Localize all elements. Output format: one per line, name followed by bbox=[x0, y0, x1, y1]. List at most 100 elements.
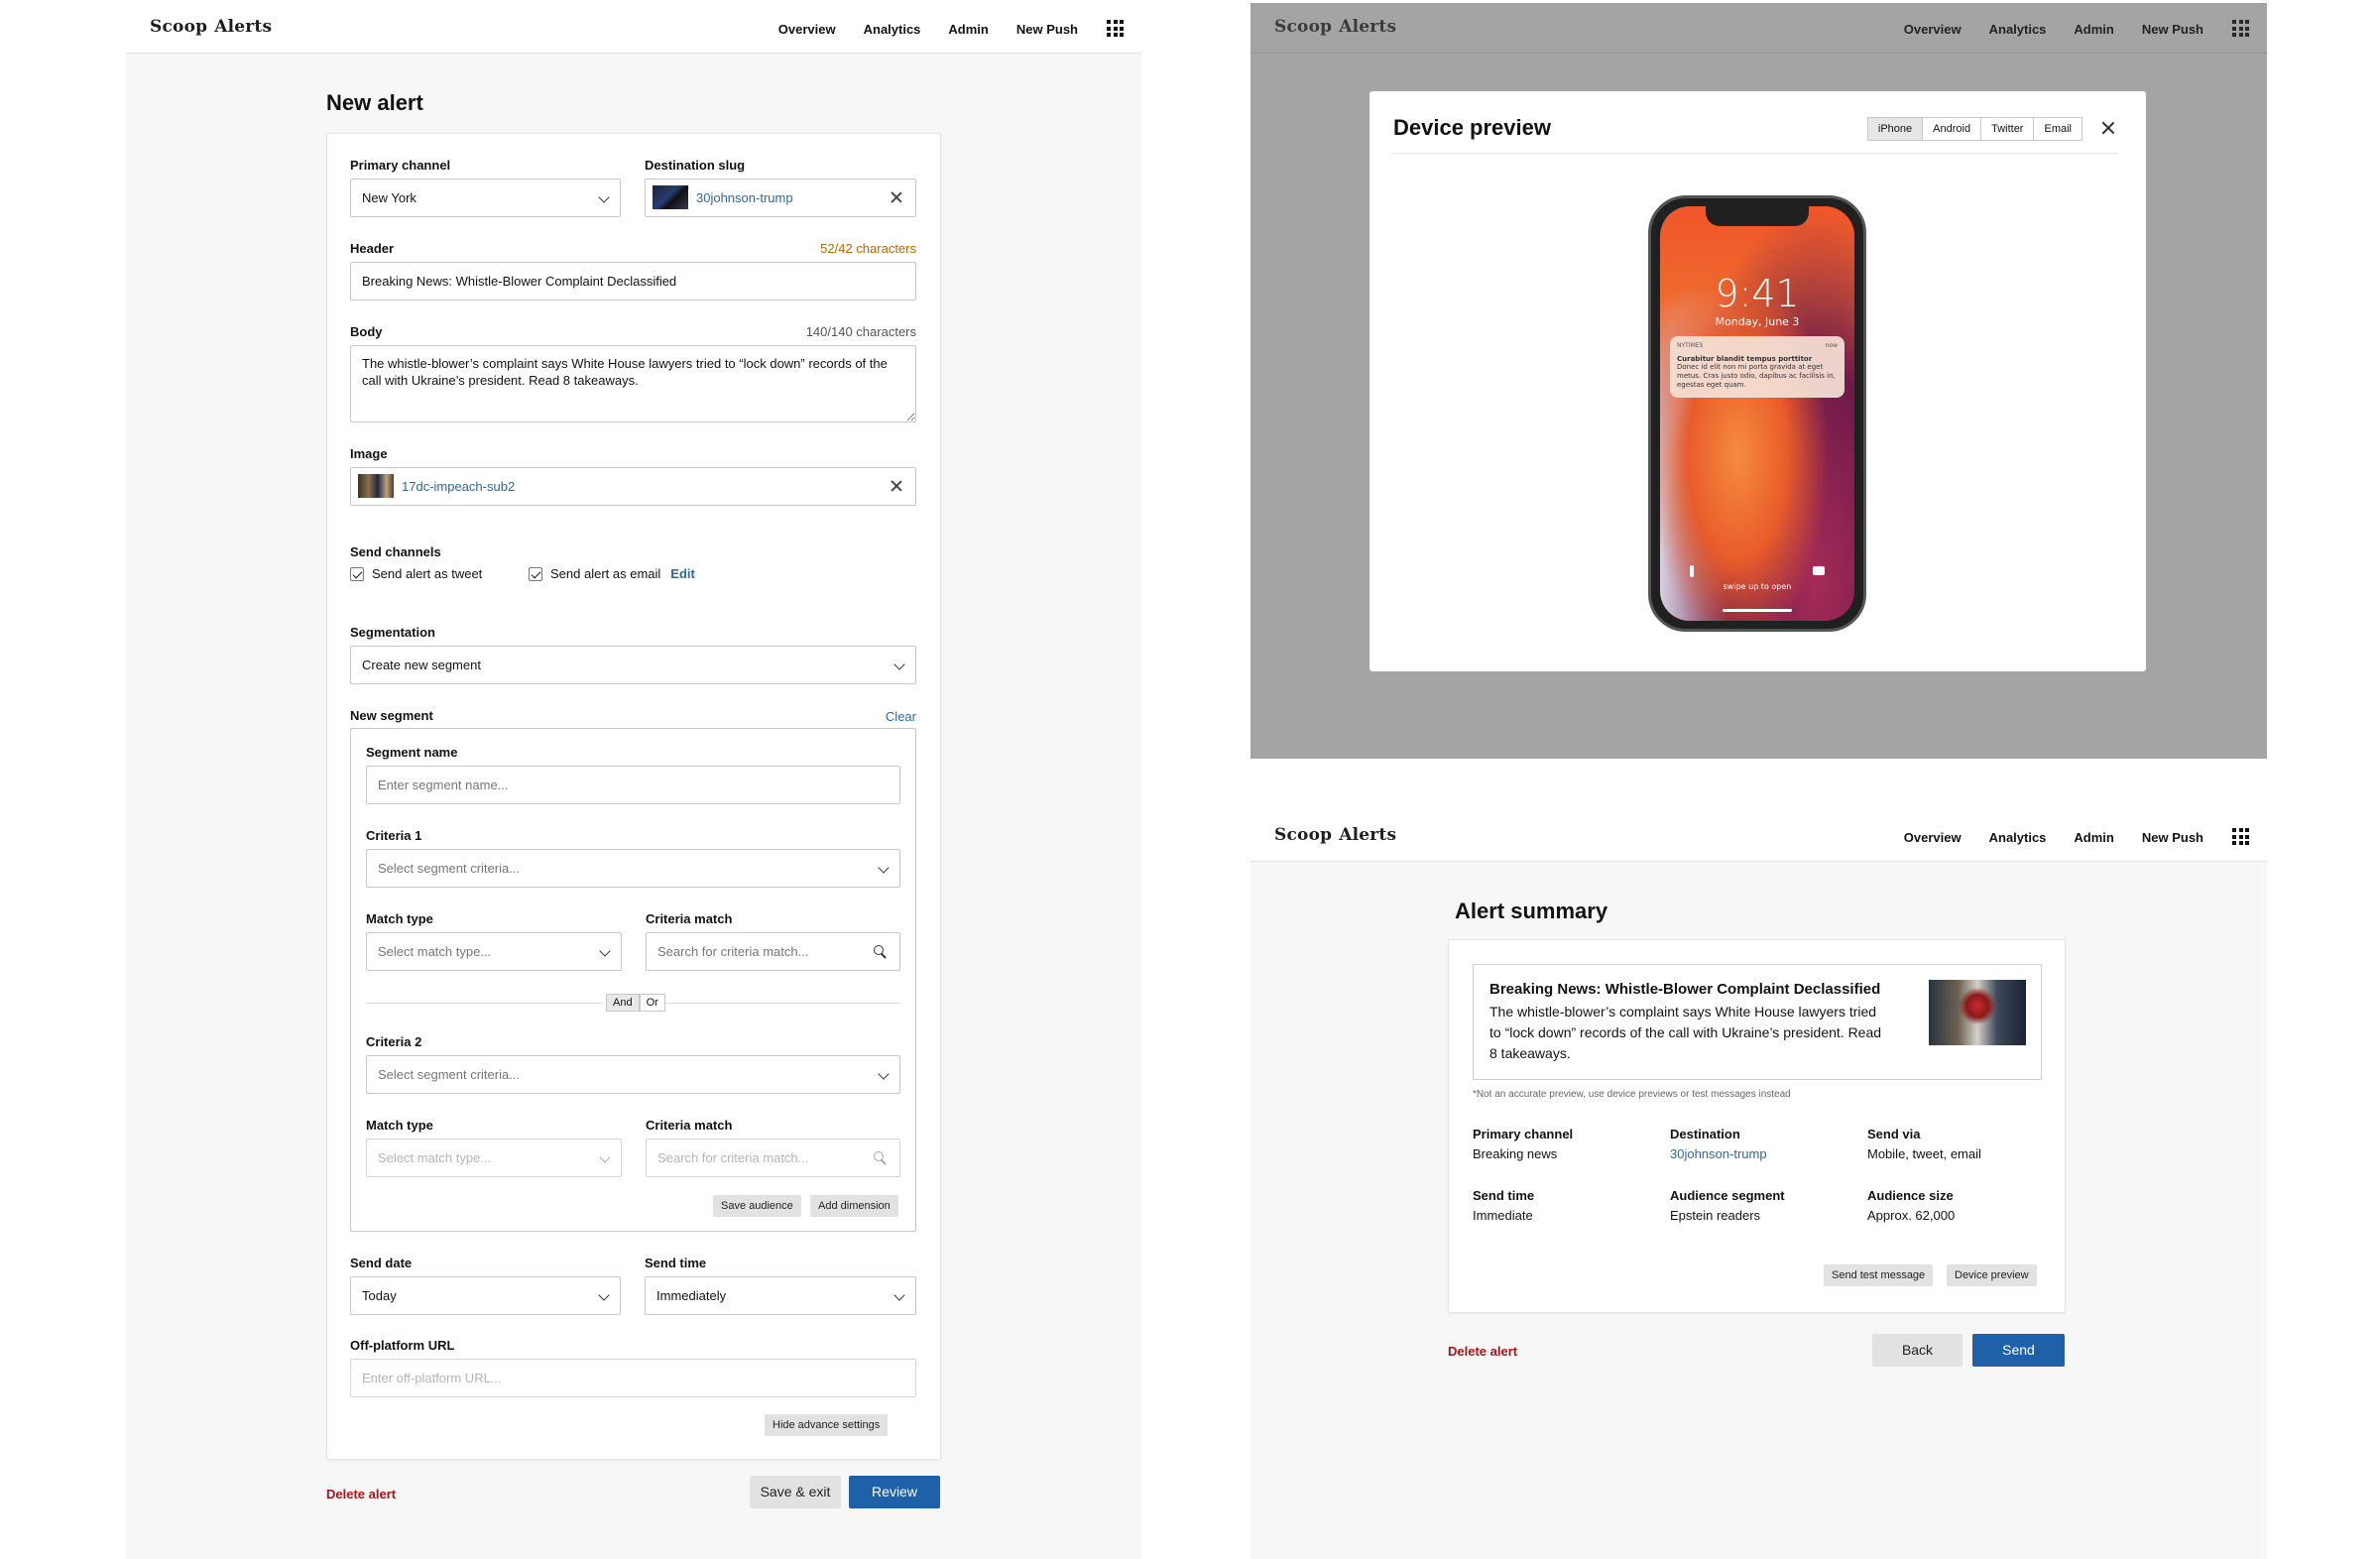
send-as-tweet-checkbox[interactable]: Send alert as tweet bbox=[350, 566, 482, 581]
field-value: Approx. 62,000 bbox=[1867, 1208, 1956, 1223]
home-indicator bbox=[1723, 609, 1792, 612]
clear-slug-icon[interactable] bbox=[890, 190, 903, 204]
preview-headline: Breaking News: Whistle-Blower Complaint … bbox=[1489, 981, 1881, 998]
send-test-message-button[interactable]: Send test message bbox=[1824, 1264, 1934, 1286]
criteria-match-1-search[interactable]: Search for criteria match... bbox=[646, 932, 900, 971]
segmentation-select[interactable]: Create new segment bbox=[350, 646, 916, 684]
criteria-1-placeholder: Select segment criteria... bbox=[378, 861, 521, 876]
segmentation-value: Create new segment bbox=[362, 658, 481, 672]
chevron-down-icon bbox=[598, 191, 610, 203]
nav-admin[interactable]: Admin bbox=[2074, 830, 2113, 845]
checkbox-checked-icon[interactable] bbox=[529, 566, 542, 581]
destination-link[interactable]: 30johnson-trump bbox=[1670, 1146, 1767, 1161]
add-dimension-button[interactable]: Add dimension bbox=[810, 1195, 898, 1217]
apps-grid-icon[interactable] bbox=[1107, 20, 1124, 37]
nav-links: Overview Analytics Admin New Push bbox=[778, 22, 1078, 37]
tab-android[interactable]: Android bbox=[1922, 118, 1981, 140]
match-type-2-label: Match type bbox=[366, 1118, 433, 1133]
field-value: Breaking news bbox=[1473, 1146, 1558, 1161]
nav-admin[interactable]: Admin bbox=[948, 22, 988, 37]
checkbox-checked-icon[interactable] bbox=[350, 566, 364, 581]
clear-segment-link[interactable]: Clear bbox=[886, 709, 916, 724]
logo[interactable]: Scoop Alerts bbox=[1274, 825, 1396, 845]
save-exit-button[interactable]: Save & exit bbox=[750, 1476, 841, 1508]
destination-slug-value[interactable]: 30johnson-trump bbox=[696, 190, 793, 205]
primary-channel-label: Primary channel bbox=[350, 158, 451, 173]
send-time-label: Send time bbox=[645, 1256, 707, 1270]
match-type-2-select[interactable]: Select match type... bbox=[366, 1139, 622, 1177]
destination-slug-field[interactable]: 30johnson-trump bbox=[645, 179, 916, 217]
logo-word-1: Scoop bbox=[1274, 825, 1333, 845]
nav-new-push[interactable]: New Push bbox=[1016, 22, 1078, 37]
tab-twitter[interactable]: Twitter bbox=[1980, 118, 2034, 140]
summary-audience-segment: Audience segment Epstein readers bbox=[1670, 1188, 1785, 1223]
header-value: Breaking News: Whistle-Blower Complaint … bbox=[362, 274, 677, 289]
phone-lock-screen: 9:41 Monday, June 3 NYTIMES now Curabitur… bbox=[1660, 206, 1854, 621]
field-label: Primary channel bbox=[1473, 1127, 1574, 1141]
primary-channel-select[interactable]: New York bbox=[350, 179, 621, 217]
delete-alert-link[interactable]: Delete alert bbox=[1448, 1344, 1517, 1359]
nav-new-push[interactable]: New Push bbox=[2142, 22, 2203, 37]
delete-alert-link[interactable]: Delete alert bbox=[326, 1487, 396, 1501]
apps-grid-icon[interactable] bbox=[2232, 828, 2249, 845]
nav-analytics[interactable]: Analytics bbox=[1989, 22, 2047, 37]
nav-overview[interactable]: Overview bbox=[778, 22, 836, 37]
off-platform-url-placeholder: Enter off-platform URL... bbox=[362, 1371, 502, 1385]
clear-image-icon[interactable] bbox=[890, 479, 903, 493]
field-label: Audience segment bbox=[1670, 1188, 1785, 1203]
nav-new-push[interactable]: New Push bbox=[2142, 830, 2203, 845]
hide-advanced-settings-button[interactable]: Hide advance settings bbox=[765, 1414, 889, 1436]
header-input[interactable]: Breaking News: Whistle-Blower Complaint … bbox=[350, 262, 916, 300]
alert-preview-box: Breaking News: Whistle-Blower Complaint … bbox=[1473, 964, 2042, 1080]
logo[interactable]: Scoop Alerts bbox=[150, 17, 272, 37]
logo[interactable]: Scoop Alerts bbox=[1274, 17, 1396, 37]
send-as-email-checkbox[interactable]: Send alert as email Edit bbox=[529, 566, 695, 581]
send-button[interactable]: Send bbox=[1972, 1334, 2065, 1367]
page-title: New alert bbox=[326, 90, 423, 115]
criteria-1-select[interactable]: Select segment criteria... bbox=[366, 849, 900, 888]
image-field[interactable]: 17dc-impeach-sub2 bbox=[350, 467, 916, 506]
match-type-1-select[interactable]: Select match type... bbox=[366, 932, 622, 971]
image-value[interactable]: 17dc-impeach-sub2 bbox=[402, 479, 515, 494]
device-preview-screen: Scoop Alerts Overview Analytics Admin New… bbox=[1250, 3, 2267, 759]
device-preview-modal: Device preview iPhone Android Twitter Em… bbox=[1369, 91, 2146, 671]
apps-grid-icon[interactable] bbox=[2232, 20, 2249, 37]
save-audience-button[interactable]: Save audience bbox=[713, 1195, 801, 1217]
field-value: Mobile, tweet, email bbox=[1867, 1146, 1981, 1161]
nav-analytics[interactable]: Analytics bbox=[1989, 830, 2047, 845]
off-platform-url-input[interactable]: Enter off-platform URL... bbox=[350, 1359, 916, 1397]
close-icon[interactable] bbox=[2100, 120, 2116, 136]
tab-iphone[interactable]: iPhone bbox=[1867, 118, 1923, 140]
segment-name-placeholder: Enter segment name... bbox=[378, 778, 509, 792]
nav-overview[interactable]: Overview bbox=[1904, 22, 1962, 37]
send-time-select[interactable]: Immediately bbox=[645, 1276, 916, 1315]
tab-email[interactable]: Email bbox=[2033, 118, 2082, 140]
send-date-select[interactable]: Today bbox=[350, 1276, 621, 1315]
or-option[interactable]: Or bbox=[639, 994, 665, 1012]
nav-overview[interactable]: Overview bbox=[1904, 830, 1962, 845]
edit-email-link[interactable]: Edit bbox=[670, 566, 695, 581]
criteria-2-select[interactable]: Select segment criteria... bbox=[366, 1055, 900, 1094]
new-segment-panel: Segment name Enter segment name... Crite… bbox=[350, 728, 916, 1232]
nav-links: Overview Analytics Admin New Push bbox=[1904, 22, 2203, 37]
nav-admin[interactable]: Admin bbox=[2074, 22, 2113, 37]
notification-header: NYTIMES now bbox=[1677, 342, 1838, 349]
field-label: Send time bbox=[1473, 1188, 1535, 1203]
body-label: Body bbox=[350, 324, 383, 339]
review-button[interactable]: Review bbox=[849, 1476, 940, 1508]
field-label: Destination bbox=[1670, 1127, 1740, 1141]
alert-summary-screen: Scoop Alerts Overview Analytics Admin New… bbox=[1250, 811, 2267, 1559]
top-nav: Scoop Alerts Overview Analytics Admin New… bbox=[126, 3, 1141, 54]
new-alert-screen: Scoop Alerts Overview Analytics Admin New… bbox=[126, 3, 1141, 1559]
criteria-match-2-search[interactable]: Search for criteria match... bbox=[646, 1139, 900, 1177]
new-segment-label: New segment bbox=[350, 708, 433, 723]
criteria-match-1-placeholder: Search for criteria match... bbox=[657, 944, 809, 959]
nav-analytics[interactable]: Analytics bbox=[864, 22, 921, 37]
destination-slug-label: Destination slug bbox=[645, 158, 746, 173]
back-button[interactable]: Back bbox=[1872, 1334, 1963, 1367]
top-nav: Scoop Alerts Overview Analytics Admin New… bbox=[1250, 3, 2267, 54]
body-textarea[interactable]: The whistle-blower’s complaint says Whit… bbox=[350, 345, 916, 422]
device-preview-button[interactable]: Device preview bbox=[1947, 1264, 2037, 1286]
segment-name-input[interactable]: Enter segment name... bbox=[366, 766, 900, 804]
and-option[interactable]: And bbox=[606, 994, 640, 1012]
